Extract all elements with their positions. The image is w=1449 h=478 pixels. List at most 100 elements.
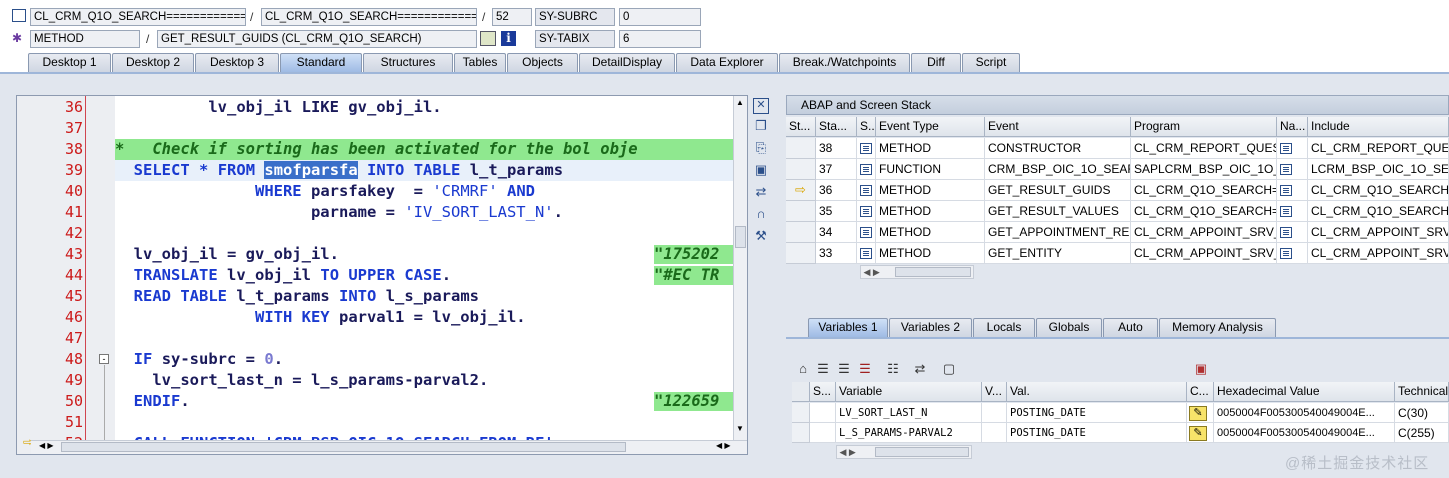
maximize-icon[interactable]: ▣ bbox=[753, 162, 769, 178]
info-icon[interactable]: i bbox=[501, 31, 516, 46]
sy-subrc-value[interactable]: 0 bbox=[619, 8, 701, 26]
tab-auto[interactable]: Auto bbox=[1103, 318, 1158, 337]
tab-script[interactable]: Script bbox=[962, 53, 1020, 72]
stack-col-event[interactable]: Event bbox=[985, 117, 1131, 137]
stack-col-s[interactable]: S... bbox=[857, 117, 876, 137]
row-selector[interactable] bbox=[792, 423, 810, 443]
tab-memory-analysis[interactable]: Memory Analysis bbox=[1159, 318, 1276, 337]
tab-variables-2[interactable]: Variables 2 bbox=[889, 318, 972, 337]
collapse-block-icon[interactable]: - bbox=[99, 354, 109, 364]
event-field[interactable]: GET_RESULT_GUIDS (CL_CRM_Q1O_SEARCH) bbox=[157, 30, 477, 48]
tab-objects[interactable]: Objects bbox=[507, 53, 578, 72]
var-col-technical[interactable]: Technical bbox=[1395, 382, 1449, 402]
scroll-up-arrow-icon[interactable]: ▲ bbox=[736, 98, 744, 107]
tab-desktop-2[interactable]: Desktop 2 bbox=[112, 53, 194, 72]
layout-icon[interactable]: ▢ bbox=[941, 361, 957, 377]
source-icon[interactable] bbox=[857, 243, 876, 264]
sy-tabix-value[interactable]: 6 bbox=[619, 30, 701, 48]
source-icon[interactable] bbox=[857, 180, 876, 201]
variables-horizontal-scrollbar[interactable]: ◀ ▶ bbox=[836, 445, 972, 459]
print-list-icon[interactable]: ☰ bbox=[857, 361, 873, 377]
tab-tables[interactable]: Tables bbox=[454, 53, 506, 72]
var-col-hex[interactable]: Hexadecimal Value bbox=[1214, 382, 1395, 402]
editor-horizontal-scrollbar[interactable]: ◀ ▶ ◀ ▶ bbox=[31, 440, 747, 454]
object-field[interactable]: CL_CRM_Q1O_SEARCH============... bbox=[30, 8, 246, 26]
tab-desktop-1[interactable]: Desktop 1 bbox=[28, 53, 111, 72]
source-icon[interactable] bbox=[857, 159, 876, 180]
row-selector[interactable] bbox=[786, 138, 816, 159]
display-list-icon[interactable]: ☰ bbox=[815, 361, 831, 377]
tab-data-explorer[interactable]: Data Explorer bbox=[676, 53, 778, 72]
stack-col-st[interactable]: St... bbox=[786, 117, 816, 137]
row-selector[interactable] bbox=[786, 159, 816, 180]
new-window-icon[interactable]: ❐ bbox=[753, 118, 769, 134]
tab-globals[interactable]: Globals bbox=[1036, 318, 1102, 337]
tab-standard[interactable]: Standard bbox=[280, 53, 362, 72]
stack-col-include[interactable]: Include bbox=[1308, 117, 1449, 137]
scroll-thumb[interactable] bbox=[735, 226, 746, 248]
change-value-button[interactable]: ✎ bbox=[1187, 423, 1214, 443]
code-line-43: lv_obj_il = gv_obj_il. bbox=[133, 245, 339, 263]
display-icon[interactable] bbox=[480, 31, 496, 46]
save-icon[interactable]: ▣ bbox=[1193, 361, 1209, 377]
tab-locals[interactable]: Locals bbox=[973, 318, 1035, 337]
var-col-value[interactable]: Val. bbox=[1007, 382, 1187, 402]
tab-desktop-3[interactable]: Desktop 3 bbox=[195, 53, 279, 72]
var-col-s[interactable]: S... bbox=[810, 382, 836, 402]
tab-diff[interactable]: Diff bbox=[911, 53, 961, 72]
scroll-thumb[interactable] bbox=[61, 442, 626, 452]
headset-icon[interactable]: ∩ bbox=[753, 206, 769, 222]
navigate-icon[interactable] bbox=[1277, 159, 1308, 180]
source-icon[interactable] bbox=[857, 222, 876, 243]
scroll-left-arrow-icon[interactable]: ◀ ▶ bbox=[39, 441, 54, 450]
source-icon[interactable] bbox=[857, 201, 876, 222]
row-selector[interactable] bbox=[786, 222, 816, 243]
tools-icon[interactable]: ⚒ bbox=[753, 228, 769, 244]
tab-detaildisplay[interactable]: DetailDisplay bbox=[579, 53, 675, 72]
var-col-v[interactable]: V... bbox=[982, 382, 1007, 402]
scroll-down-arrow-icon[interactable]: ▼ bbox=[736, 424, 744, 433]
navigate-icon[interactable] bbox=[1277, 243, 1308, 264]
stack-horizontal-scrollbar[interactable]: ◀ ▶ bbox=[860, 265, 974, 279]
close-pane-icon[interactable]: ✕ bbox=[753, 98, 769, 114]
variable-value[interactable]: POSTING_DATE bbox=[1007, 423, 1187, 443]
row-selector[interactable] bbox=[786, 201, 816, 222]
variable-value[interactable]: POSTING_DATE bbox=[1007, 403, 1187, 423]
navigate-icon[interactable] bbox=[1277, 222, 1308, 243]
navigate-icon[interactable] bbox=[1277, 201, 1308, 222]
source-editor[interactable]: 36 37 38 39 40 41 42 43 44 45 46 47 48 4… bbox=[16, 95, 748, 455]
stack-col-event-type[interactable]: Event Type bbox=[876, 117, 985, 137]
navigate-icon[interactable]: ⇄ bbox=[912, 361, 928, 377]
copy-icon[interactable]: ⎘ bbox=[753, 140, 769, 156]
swap-icon[interactable]: ⇄ bbox=[753, 184, 769, 200]
tree-icon[interactable]: ☷ bbox=[885, 361, 901, 377]
event-type-field[interactable]: METHOD bbox=[30, 30, 140, 48]
variable-name[interactable]: L_S_PARAMS-PARVAL2 bbox=[836, 423, 982, 443]
event-name: CRM_BSP_OIC_1O_SEAR... bbox=[985, 159, 1131, 180]
var-col-c[interactable]: C... bbox=[1187, 382, 1214, 402]
row-selector[interactable] bbox=[786, 243, 816, 264]
program-field[interactable]: CL_CRM_Q1O_SEARCH============... bbox=[261, 8, 477, 26]
pencil-icon[interactable]: ✎ bbox=[1189, 426, 1207, 442]
stack-col-stack-level[interactable]: Sta... bbox=[816, 117, 857, 137]
row-selector[interactable] bbox=[792, 403, 810, 423]
tab-variables-1[interactable]: Variables 1 bbox=[808, 318, 888, 337]
change-value-button[interactable]: ✎ bbox=[1187, 403, 1214, 423]
delete-icon[interactable]: ⌂ bbox=[795, 361, 811, 377]
tab-break-watchpoints[interactable]: Break./Watchpoints bbox=[779, 53, 910, 72]
navigate-icon[interactable] bbox=[1277, 138, 1308, 159]
source-icon[interactable] bbox=[857, 138, 876, 159]
pencil-icon[interactable]: ✎ bbox=[1189, 406, 1207, 422]
var-col-variable[interactable]: Variable bbox=[836, 382, 982, 402]
selected-text[interactable]: smofparsfa bbox=[264, 161, 358, 179]
scroll-right-arrow-icon[interactable]: ◀ ▶ bbox=[716, 441, 731, 450]
tab-structures[interactable]: Structures bbox=[363, 53, 453, 72]
navigate-icon[interactable] bbox=[1277, 180, 1308, 201]
line-field[interactable]: 52 bbox=[492, 8, 532, 26]
row-selector[interactable]: ⇨ bbox=[786, 180, 816, 201]
stack-col-navigate[interactable]: Na... bbox=[1277, 117, 1308, 137]
edit-list-icon[interactable]: ☰ bbox=[836, 361, 852, 377]
editor-vertical-scrollbar[interactable]: ▲ ▼ bbox=[733, 96, 747, 454]
stack-col-program[interactable]: Program bbox=[1131, 117, 1277, 137]
variable-name[interactable]: LV_SORT_LAST_N bbox=[836, 403, 982, 423]
